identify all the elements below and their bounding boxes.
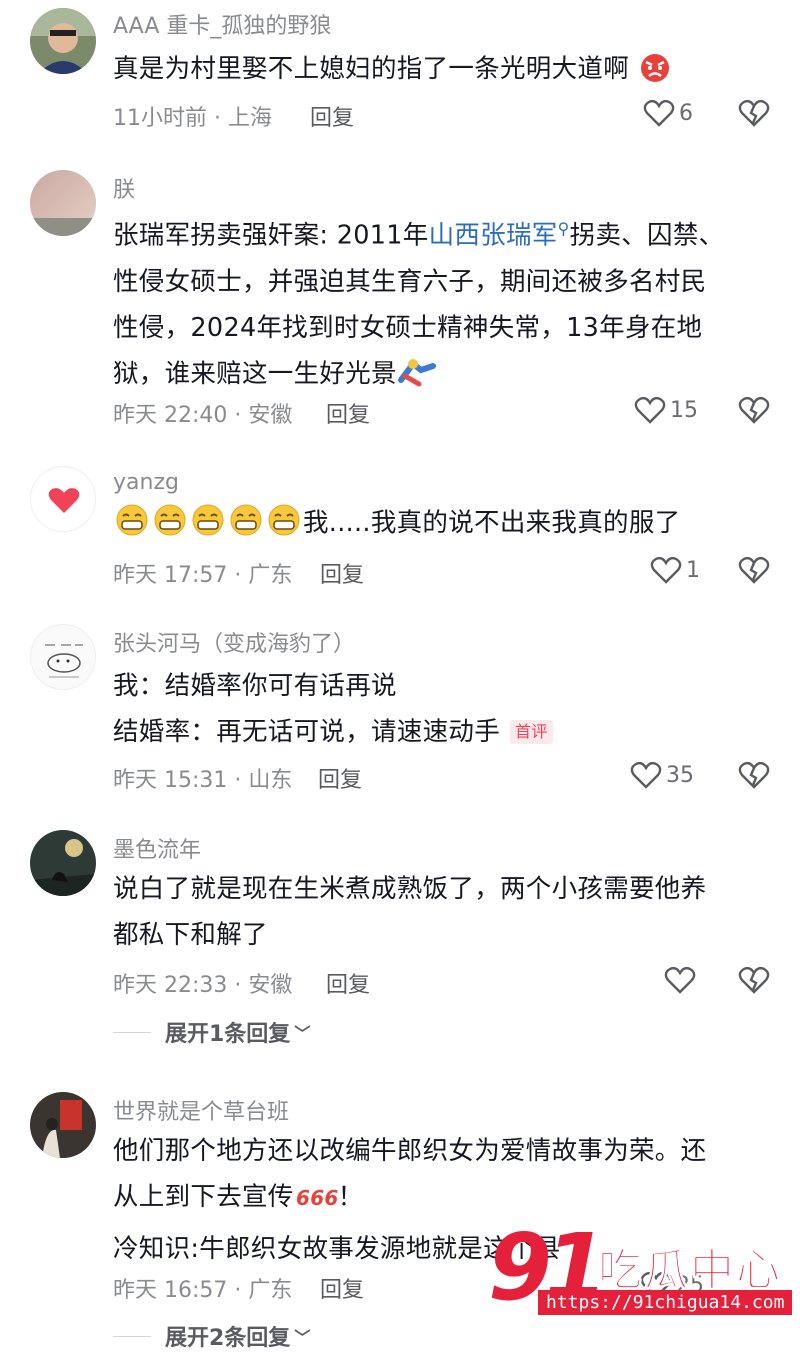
broken-heart-icon — [738, 761, 770, 789]
comment-text-line: 性侵女硕士，并强迫其生育六子，期间还被多名村民 — [113, 266, 707, 297]
first-comment-badge: 首评 — [510, 720, 553, 744]
avatar[interactable] — [30, 624, 96, 690]
reply-button[interactable]: 回复 — [320, 1272, 364, 1304]
username[interactable]: 朕 — [113, 172, 135, 204]
like-button[interactable]: 15 — [634, 393, 698, 427]
comment-text: 说白了就是现在生米煮成熟饭了，两个小孩需要他养 都私下和解了 — [113, 866, 773, 958]
heart-icon — [664, 966, 696, 994]
svg-text:666: 666 — [296, 1186, 338, 1210]
heart-icon — [643, 99, 675, 127]
username[interactable]: AAA 重卡_孤独的野狼 — [113, 8, 331, 40]
comment-text-line: 从上到下去宣传 666！ — [113, 1174, 773, 1226]
broken-heart-icon — [738, 99, 770, 127]
search-link[interactable]: 山西张瑞军 — [429, 221, 558, 251]
comment-text-line: 性侵，2024年找到时女硕士精神失常，13年身在地 — [113, 312, 703, 343]
watermark-title: 吃瓜中心 — [598, 1245, 782, 1297]
comment-text-line: 真是为村里娶不上媳妇的指了一条光明大道啊 — [113, 54, 630, 84]
watermark-url: https://91chigua14.com — [538, 1290, 793, 1315]
like-count: 35 — [666, 762, 694, 788]
like-count: 6 — [679, 100, 693, 126]
dislike-button[interactable] — [738, 759, 770, 791]
comment-text-line: 他们那个地方还以改编牛郎织女为爱情故事为荣。还 — [113, 1136, 707, 1166]
broken-heart-icon — [738, 966, 770, 994]
expand-replies-button[interactable]: 展开2条回复 ﹀ — [113, 1320, 310, 1352]
reply-button[interactable]: 回复 — [320, 557, 364, 589]
chevron-down-icon: ﹀ — [294, 1328, 311, 1347]
like-button[interactable]: 1 — [650, 553, 700, 587]
grin-emoji-icon — [227, 503, 265, 552]
heart-icon — [630, 761, 662, 789]
666-emoji-icon: 666 — [294, 1180, 338, 1226]
comment-text: 真是为村里娶不上媳妇的指了一条光明大道啊 — [113, 46, 773, 98]
dislike-button[interactable] — [738, 554, 770, 586]
dislike-button[interactable] — [738, 964, 770, 996]
avatar[interactable] — [30, 1092, 96, 1158]
broken-heart-icon — [738, 396, 770, 424]
dislike-button[interactable] — [738, 394, 770, 426]
comment-text-line: 都私下和解了 — [113, 920, 268, 950]
comment-time-location: 昨天 15:31 · 山东 — [113, 768, 293, 793]
like-button[interactable] — [664, 963, 700, 997]
comment-text-line: 我.....我真的说不出来我真的服了 — [113, 500, 773, 552]
username[interactable]: 墨色流年 — [113, 832, 201, 864]
comment-text: 我.....我真的说不出来我真的服了 — [113, 500, 773, 552]
reply-button[interactable]: 回复 — [310, 100, 354, 132]
grin-emoji-icon — [113, 503, 151, 552]
comment-text-line: 我：结婚率你可有话再说 — [113, 671, 397, 701]
dislike-button[interactable] — [738, 97, 770, 129]
broken-heart-icon — [738, 556, 770, 584]
comment-text-line: 说白了就是现在生米煮成熟饭了，两个小孩需要他养 — [113, 874, 707, 904]
reply-button[interactable]: 回复 — [318, 762, 362, 794]
expand-replies-button[interactable]: 展开1条回复 ﹀ — [113, 1016, 310, 1048]
chevron-down-icon: ﹀ — [294, 1024, 311, 1043]
search-icon: ⚲ — [557, 219, 570, 238]
divider — [113, 1031, 151, 1033]
avatar[interactable] — [30, 8, 96, 74]
avatar[interactable] — [30, 830, 96, 896]
comment-time-location: 11小时前 · 上海 — [113, 106, 272, 131]
like-button[interactable]: 35 — [630, 758, 694, 792]
comment-time-location: 昨天 17:57 · 广东 — [113, 563, 293, 588]
heart-icon — [650, 556, 682, 584]
grin-emoji-icon — [189, 503, 227, 552]
like-count: 1 — [686, 557, 700, 583]
like-count: 15 — [670, 397, 698, 423]
divider — [113, 1335, 151, 1337]
watermark-logo: 91 吃瓜中心 https://91chigua14.com — [488, 1214, 793, 1321]
comment-time-location: 昨天 22:33 · 安徽 — [113, 973, 293, 998]
comment-text: 我：结婚率你可有话再说 结婚率：再无话可说，请速速动手 首评 — [113, 663, 773, 755]
reply-button[interactable]: 回复 — [326, 397, 370, 429]
comment-text-line: 结婚率：再无话可说，请速速动手 首评 — [113, 709, 773, 755]
avatar[interactable] — [30, 170, 96, 236]
username[interactable]: 张头河马（变成海豹了） — [113, 626, 355, 658]
like-button[interactable]: 6 — [643, 96, 693, 130]
heart-icon — [634, 396, 666, 424]
grin-emoji-icon — [265, 503, 303, 552]
comment-text-line: 张瑞军拐卖强奸案: 2011年山西张瑞军⚲拐卖、囚禁、 — [113, 219, 725, 251]
reply-button[interactable]: 回复 — [326, 967, 370, 999]
username[interactable]: yanzg — [113, 470, 179, 495]
comment-time-location: 昨天 22:40 · 安徽 — [113, 403, 293, 428]
avatar[interactable] — [30, 466, 96, 532]
comment-time-location: 昨天 16:57 · 广东 — [113, 1278, 293, 1303]
angry-emoji-icon — [637, 51, 673, 98]
grin-emoji-icon — [151, 503, 189, 552]
comment-text: 张瑞军拐卖强奸案: 2011年山西张瑞军⚲拐卖、囚禁、 性侵女硕士，并强迫其生育… — [113, 206, 773, 403]
username[interactable]: 世界就是个草台班 — [113, 1094, 289, 1126]
falling-person-emoji-icon — [397, 356, 437, 403]
